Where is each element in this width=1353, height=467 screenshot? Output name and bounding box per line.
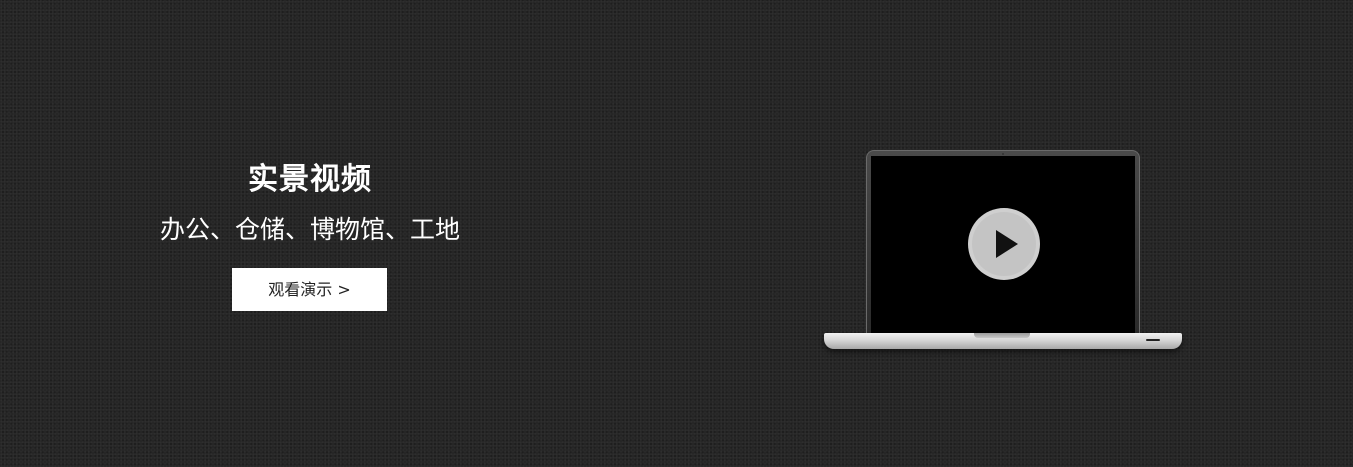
power-indicator [1146,339,1160,341]
banner-subtitle: 办公、仓储、博物馆、工地 [160,215,461,244]
banner-title: 实景视频 [248,162,372,197]
video-banner: 实景视频 办公、仓储、博物馆、工地 观看演示 > [0,0,1353,467]
laptop-illustration [824,150,1184,355]
play-icon [996,230,1018,258]
laptop-screen [871,156,1135,334]
camera-icon [1002,153,1004,155]
laptop-lid [866,150,1140,336]
laptop-base [824,333,1182,349]
laptop-notch [974,333,1030,338]
watch-demo-button[interactable]: 观看演示 > [232,268,387,311]
play-button[interactable] [968,208,1040,280]
